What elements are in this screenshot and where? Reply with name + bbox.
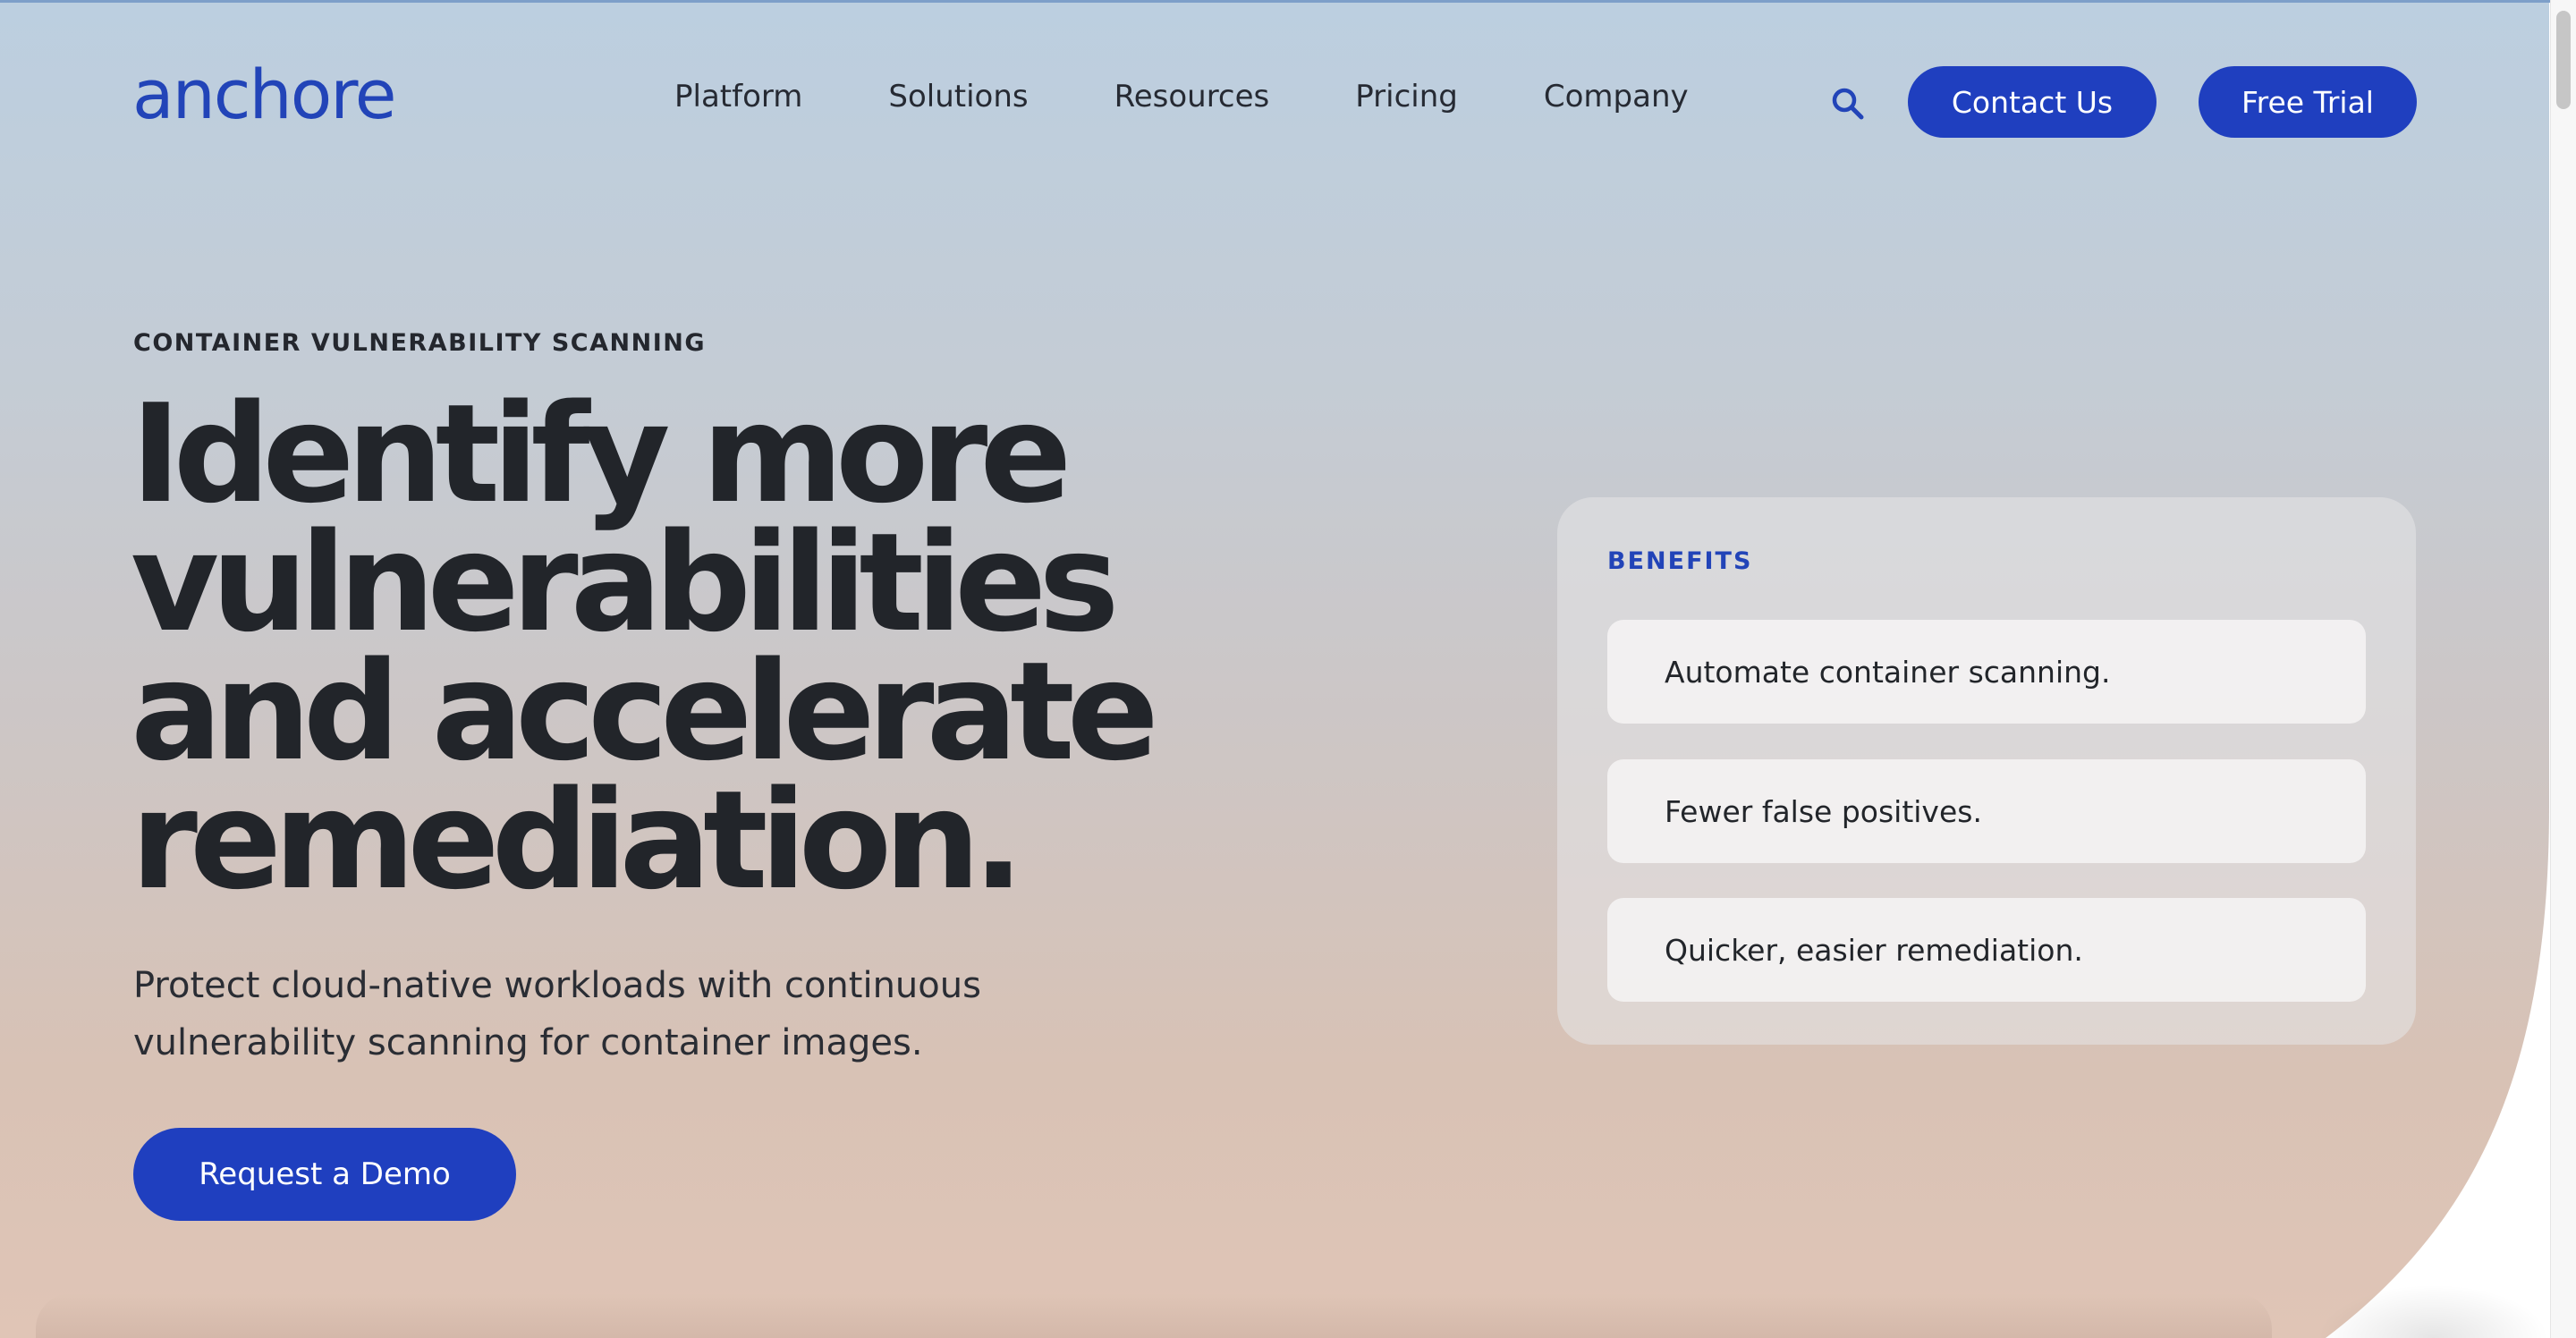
hero-eyebrow: CONTAINER VULNERABILITY SCANNING [133,329,707,357]
vertical-scrollbar[interactable] [2550,0,2576,1338]
free-trial-button[interactable]: Free Trial [2199,66,2417,138]
subtext-line: Protect cloud-native workloads with cont… [133,965,981,1006]
headline-line: Identify more [131,375,1072,533]
benefit-item: Automate container scanning. [1607,620,2366,724]
nav-item-solutions[interactable]: Solutions [888,79,1028,114]
anchore-logo[interactable]: anchore [132,61,397,129]
headline-line: remediation. [131,761,1024,919]
main-nav: Platform Solutions Resources Pricing Com… [674,79,1775,114]
search-button[interactable] [1830,86,1866,122]
window-top-edge [0,0,2576,3]
nav-item-platform[interactable]: Platform [674,79,802,114]
page-viewport: anchore Platform Solutions Resources Pri… [0,0,2576,1338]
contact-us-button[interactable]: Contact Us [1908,66,2157,138]
scrollbar-thumb[interactable] [2556,11,2571,109]
nav-item-pricing[interactable]: Pricing [1355,79,1458,114]
benefits-card: BENEFITS Automate container scanning. Fe… [1557,497,2416,1045]
headline-line: vulnerabilities [131,504,1120,662]
benefits-title: BENEFITS [1607,547,1753,575]
benefit-item: Fewer false positives. [1607,759,2366,863]
request-demo-button[interactable]: Request a Demo [133,1128,516,1221]
hero-subtext: Protect cloud-native workloads with cont… [133,957,1117,1071]
corner-shadow [2317,1284,2549,1338]
search-icon [1832,88,1864,120]
subtext-line: vulnerability scanning for container ima… [133,1022,923,1063]
benefit-item: Quicker, easier remediation. [1607,898,2366,1002]
nav-item-company[interactable]: Company [1544,79,1689,114]
headline-line: and accelerate [131,632,1159,791]
hero-headline: Identify more vulnerabilities and accele… [131,375,1383,919]
next-section-shadow [36,1293,2272,1338]
nav-item-resources[interactable]: Resources [1114,79,1270,114]
